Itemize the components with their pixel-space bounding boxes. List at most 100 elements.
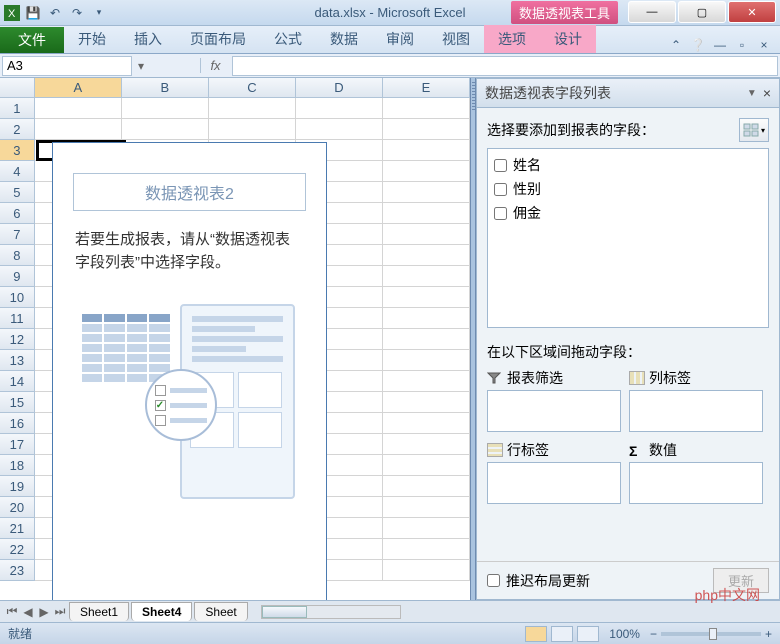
report-filter-area[interactable]: 报表筛选 — [487, 368, 621, 432]
close-button[interactable]: ✕ — [728, 1, 776, 23]
pane-close-icon[interactable]: × — [763, 85, 771, 101]
pivot-table-placeholder[interactable]: 数据透视表2 若要生成报表，请从“数据透视表字段列表”中选择字段。 — [52, 142, 327, 600]
tab-home[interactable]: 开始 — [64, 25, 120, 53]
sheet-nav-first-icon[interactable]: ⏮ — [4, 604, 20, 619]
field-checkbox[interactable] — [494, 207, 507, 220]
row-header[interactable]: 6 — [0, 203, 35, 224]
row-header[interactable]: 10 — [0, 287, 35, 308]
row-header[interactable]: 22 — [0, 539, 35, 560]
tab-design[interactable]: 设计 — [540, 25, 596, 53]
cell[interactable] — [383, 476, 470, 497]
fx-icon[interactable]: fx — [200, 58, 230, 73]
row-header[interactable]: 8 — [0, 245, 35, 266]
zoom-out-button[interactable]: − — [650, 627, 657, 641]
row-header[interactable]: 3 — [0, 140, 35, 161]
redo-icon[interactable]: ↷ — [68, 4, 86, 22]
row-header[interactable]: 14 — [0, 371, 35, 392]
cell[interactable] — [122, 119, 209, 140]
file-tab[interactable]: 文件 — [0, 27, 64, 53]
row-header[interactable]: 1 — [0, 98, 35, 119]
col-header[interactable]: B — [122, 78, 209, 97]
cell[interactable] — [383, 224, 470, 245]
sheet-nav-last-icon[interactable]: ⏭ — [52, 604, 68, 619]
pane-title-bar[interactable]: 数据透视表字段列表 ▼ × — [477, 79, 779, 108]
cell[interactable] — [122, 98, 209, 119]
sheet-tab[interactable]: Sheet1 — [69, 602, 129, 621]
minimize-ribbon-icon[interactable]: ⌃ — [668, 37, 684, 53]
cell[interactable] — [383, 350, 470, 371]
zoom-in-button[interactable]: + — [765, 627, 772, 641]
row-labels-area[interactable]: 行标签 — [487, 440, 621, 504]
row-header[interactable]: 5 — [0, 182, 35, 203]
cell[interactable] — [35, 98, 122, 119]
cell[interactable] — [383, 329, 470, 350]
row-header[interactable]: 4 — [0, 161, 35, 182]
tab-view[interactable]: 视图 — [428, 25, 484, 53]
field-list[interactable]: 姓名 性别 佣金 — [487, 148, 769, 328]
worksheet-grid[interactable]: A B C D E 123456789101112131415161718192… — [0, 78, 470, 600]
save-icon[interactable]: 💾 — [24, 4, 42, 22]
sheet-nav-prev-icon[interactable]: ◀ — [20, 605, 36, 619]
cell[interactable] — [383, 182, 470, 203]
undo-icon[interactable]: ↶ — [46, 4, 64, 22]
row-header[interactable]: 20 — [0, 497, 35, 518]
row-header[interactable]: 16 — [0, 413, 35, 434]
minimize-button[interactable]: — — [628, 1, 676, 23]
cell[interactable] — [209, 98, 296, 119]
cell[interactable] — [383, 161, 470, 182]
pane-splitter[interactable] — [470, 78, 476, 600]
zoom-slider[interactable] — [661, 632, 761, 636]
maximize-button[interactable]: ▢ — [678, 1, 726, 23]
col-header[interactable]: E — [383, 78, 470, 97]
row-header[interactable]: 21 — [0, 518, 35, 539]
field-checkbox[interactable] — [494, 183, 507, 196]
cell[interactable] — [296, 119, 383, 140]
select-all-corner[interactable] — [0, 78, 35, 97]
zoom-level[interactable]: 100% — [609, 627, 640, 641]
layout-options-button[interactable]: ▾ — [739, 118, 769, 142]
row-header[interactable]: 23 — [0, 560, 35, 581]
workbook-close-icon[interactable]: × — [756, 37, 772, 53]
row-header[interactable]: 13 — [0, 350, 35, 371]
normal-view-button[interactable] — [525, 626, 547, 642]
row-header[interactable]: 9 — [0, 266, 35, 287]
cell[interactable] — [383, 392, 470, 413]
row-header[interactable]: 2 — [0, 119, 35, 140]
row-header[interactable]: 18 — [0, 455, 35, 476]
cell[interactable] — [209, 119, 296, 140]
workbook-restore-icon[interactable]: ▫ — [734, 37, 750, 53]
cell[interactable] — [383, 308, 470, 329]
tab-data[interactable]: 数据 — [316, 25, 372, 53]
tab-insert[interactable]: 插入 — [120, 25, 176, 53]
cell[interactable] — [296, 98, 383, 119]
sheet-tab[interactable]: Sheet — [194, 602, 247, 621]
tab-options[interactable]: 选项 — [484, 25, 540, 53]
cell[interactable] — [383, 413, 470, 434]
cell[interactable] — [383, 455, 470, 476]
col-header[interactable]: C — [209, 78, 296, 97]
workbook-minimize-icon[interactable]: — — [712, 37, 728, 53]
field-checkbox[interactable] — [494, 159, 507, 172]
cell[interactable] — [383, 140, 470, 161]
row-header[interactable]: 12 — [0, 329, 35, 350]
cell[interactable] — [383, 518, 470, 539]
cell[interactable] — [383, 539, 470, 560]
cell[interactable] — [383, 245, 470, 266]
cell[interactable] — [383, 287, 470, 308]
qat-customize-icon[interactable]: ▾ — [90, 4, 108, 22]
cell[interactable] — [383, 371, 470, 392]
defer-checkbox[interactable] — [487, 574, 500, 587]
cell[interactable] — [383, 119, 470, 140]
tab-review[interactable]: 审阅 — [372, 25, 428, 53]
col-header[interactable]: A — [35, 78, 122, 97]
column-labels-area[interactable]: 列标签 — [629, 368, 763, 432]
values-area[interactable]: Σ数值 — [629, 440, 763, 504]
tab-page-layout[interactable]: 页面布局 — [176, 25, 260, 53]
cell[interactable] — [35, 119, 122, 140]
formula-input[interactable] — [232, 56, 778, 76]
row-header[interactable]: 17 — [0, 434, 35, 455]
row-header[interactable]: 19 — [0, 476, 35, 497]
cell[interactable] — [383, 560, 470, 581]
pane-options-icon[interactable]: ▼ — [747, 88, 757, 99]
page-layout-view-button[interactable] — [551, 626, 573, 642]
